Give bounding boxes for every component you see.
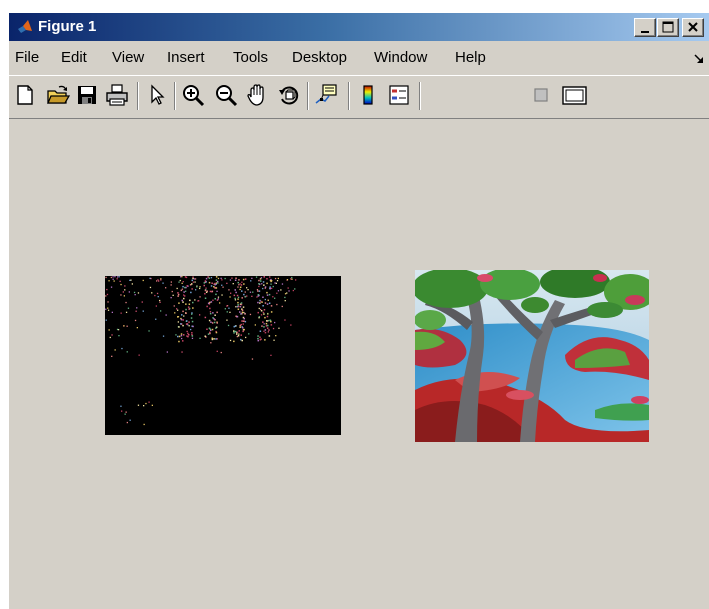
dock-arrow-icon[interactable] — [693, 53, 705, 65]
save-button[interactable] — [75, 83, 99, 107]
figure-window: Figure 1 File Edit View Insert Tools Des… — [8, 12, 709, 609]
toolbar-separator — [137, 82, 139, 110]
hide-plot-tools-icon — [534, 88, 548, 102]
minimize-icon — [641, 31, 649, 33]
menu-help[interactable]: Help — [455, 49, 486, 67]
show-plot-tools-icon — [562, 86, 587, 105]
print-icon — [106, 84, 128, 106]
show-plot-tools-button[interactable] — [561, 83, 587, 107]
save-icon — [78, 86, 96, 104]
menu-bar: File Edit View Insert Tools Desktop Wind… — [9, 43, 709, 74]
insert-legend-icon — [389, 85, 409, 105]
menu-window[interactable]: Window — [374, 49, 427, 67]
new-figure-button[interactable] — [13, 83, 37, 107]
menu-insert[interactable]: Insert — [167, 49, 205, 67]
insert-legend-button[interactable] — [387, 83, 411, 107]
insert-colorbar-icon — [363, 85, 373, 105]
hide-plot-tools-button[interactable] — [529, 83, 553, 107]
menu-edit[interactable]: Edit — [61, 49, 87, 67]
close-button[interactable] — [682, 18, 704, 37]
close-icon — [688, 22, 698, 32]
toolbar-separator — [419, 82, 421, 110]
figure-toolbar — [9, 75, 709, 119]
matlab-logo-icon — [18, 20, 32, 33]
zoom-out-icon — [216, 85, 238, 107]
toolbar-separator — [174, 82, 176, 110]
zoom-in-button[interactable] — [181, 83, 205, 107]
toolbar-separator — [307, 82, 309, 110]
menu-view[interactable]: View — [112, 49, 144, 67]
pan-hand-icon — [247, 84, 264, 106]
menu-tools[interactable]: Tools — [233, 49, 268, 67]
filtered-image — [105, 276, 341, 435]
edit-plot-button[interactable] — [145, 83, 169, 107]
print-button[interactable] — [105, 83, 129, 107]
menu-desktop[interactable]: Desktop — [292, 49, 347, 67]
maximize-icon — [662, 21, 674, 33]
pan-button[interactable] — [245, 83, 269, 107]
open-file-icon — [47, 85, 70, 104]
data-cursor-button[interactable] — [314, 83, 338, 107]
title-bar[interactable]: Figure 1 — [9, 13, 709, 41]
rotate-3d-button[interactable] — [277, 83, 301, 107]
zoom-out-button[interactable] — [214, 83, 238, 107]
window-title: Figure 1 — [38, 18, 97, 35]
open-file-button[interactable] — [46, 83, 70, 107]
edit-plot-arrow-icon — [151, 84, 165, 105]
insert-colorbar-button[interactable] — [356, 83, 380, 107]
painting-image — [415, 270, 649, 442]
new-figure-icon — [17, 85, 33, 105]
figure-canvas — [9, 119, 709, 609]
toolbar-separator — [348, 82, 350, 110]
rotate-3d-icon — [279, 86, 299, 105]
maximize-button[interactable] — [657, 18, 679, 37]
data-cursor-icon — [315, 84, 337, 104]
menu-file[interactable]: File — [15, 49, 39, 67]
minimize-button[interactable] — [634, 18, 656, 37]
zoom-in-icon — [183, 85, 205, 107]
